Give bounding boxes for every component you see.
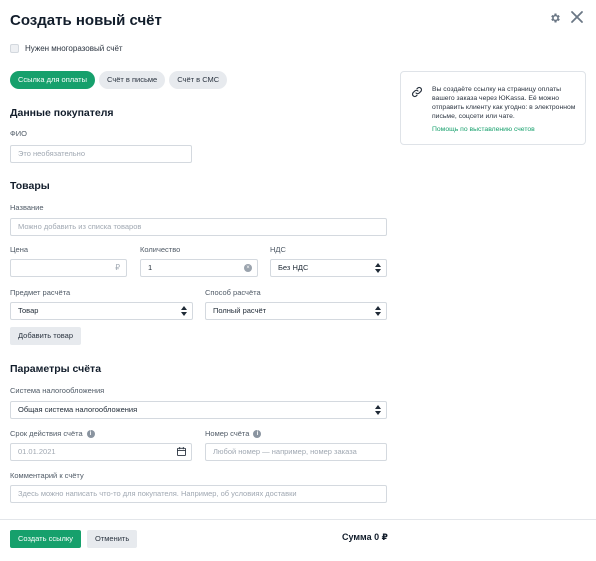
reusable-invoice-option[interactable]: Нужен многоразовый счёт [10, 44, 123, 53]
vat-select[interactable]: Без НДС [270, 259, 387, 277]
payment-subject-value: Товар [18, 306, 39, 315]
cancel-button[interactable]: Отменить [87, 530, 138, 548]
expiry-label: Срок действия счёта i [10, 429, 95, 438]
expiry-date-value: 01.01.2021 [18, 447, 56, 456]
info-icon[interactable]: i [253, 429, 262, 438]
fio-input[interactable]: Это необязательно [10, 145, 192, 163]
tax-system-label: Система налогообложения [10, 386, 105, 395]
payment-subject-select[interactable]: Товар [10, 302, 193, 320]
invoice-number-input[interactable]: Любой номер — например, номер заказа [205, 443, 387, 461]
product-name-label: Название [10, 203, 44, 212]
quantity-value: 1 [148, 263, 153, 272]
create-invoice-modal: Создать новый счёт Нужен многоразовый сч… [0, 0, 596, 561]
tax-system-value: Общая система налогообложения [18, 405, 138, 414]
price-label: Цена [10, 245, 29, 254]
comment-label: Комментарий к счёту [10, 471, 84, 480]
payment-method-label: Способ расчёта [205, 288, 261, 297]
info-icon[interactable]: i [86, 429, 95, 438]
currency-sign: ₽ [115, 263, 120, 272]
close-icon[interactable] [570, 10, 586, 26]
fio-placeholder: Это необязательно [18, 149, 85, 158]
total-amount: Сумма 0 ₽ [342, 532, 388, 542]
vat-value: Без НДС [278, 263, 309, 272]
tab-email-invoice[interactable]: Счёт в письме [98, 71, 166, 89]
tab-payment-link[interactable]: Ссылка для оплаты [10, 71, 95, 89]
quantity-label: Количество [140, 245, 181, 254]
gear-icon[interactable] [549, 12, 563, 26]
product-name-input[interactable]: Можно добавить из списка товаров [10, 218, 387, 236]
buyer-section-title: Данные покупателя [10, 107, 114, 119]
quantity-input[interactable]: 1 × [140, 259, 258, 277]
price-input[interactable]: ₽ [10, 259, 127, 277]
footer-divider [0, 519, 596, 520]
payment-method-value: Полный расчёт [213, 306, 267, 315]
select-arrows-icon [375, 306, 381, 316]
payment-method-select[interactable]: Полный расчёт [205, 302, 387, 320]
invoice-number-placeholder: Любой номер — например, номер заказа [213, 447, 357, 456]
invoice-type-tabs: Ссылка для оплаты Счёт в письме Счёт в С… [10, 71, 228, 89]
vat-label: НДС [270, 245, 286, 254]
select-arrows-icon [375, 263, 381, 273]
link-icon [411, 85, 423, 97]
reusable-checkbox-label: Нужен многоразовый счёт [25, 44, 123, 53]
add-product-button[interactable]: Добавить товар [10, 327, 81, 345]
tax-system-select[interactable]: Общая система налогообложения [10, 401, 387, 419]
goods-section-title: Товары [10, 180, 50, 192]
product-name-placeholder: Можно добавить из списка товаров [18, 222, 142, 231]
help-link[interactable]: Помощь по выставлению счетов [432, 126, 535, 133]
calendar-icon[interactable] [177, 447, 186, 456]
select-arrows-icon [375, 405, 381, 415]
create-link-button[interactable]: Создать ссылку [10, 530, 81, 548]
invoice-number-label: Номер счёта i [205, 429, 262, 438]
fio-label: ФИО [10, 129, 27, 138]
payment-subject-label: Предмет расчёта [10, 288, 71, 297]
tab-sms-invoice[interactable]: Счёт в СМС [169, 71, 228, 89]
comment-input[interactable]: Здесь можно написать что-то для покупате… [10, 485, 387, 503]
expiry-date-input[interactable]: 01.01.2021 [10, 443, 192, 461]
reusable-checkbox[interactable] [10, 44, 19, 53]
info-card: Вы создаёте ссылку на страницу оплаты ва… [400, 71, 586, 145]
modal-title: Создать новый счёт [10, 12, 162, 29]
info-card-text: Вы создаёте ссылку на страницу оплаты ва… [432, 86, 576, 120]
params-section-title: Параметры счёта [10, 363, 102, 375]
select-arrows-icon [181, 306, 187, 316]
clear-icon[interactable]: × [244, 264, 252, 272]
comment-placeholder: Здесь можно написать что-то для покупате… [18, 489, 297, 498]
